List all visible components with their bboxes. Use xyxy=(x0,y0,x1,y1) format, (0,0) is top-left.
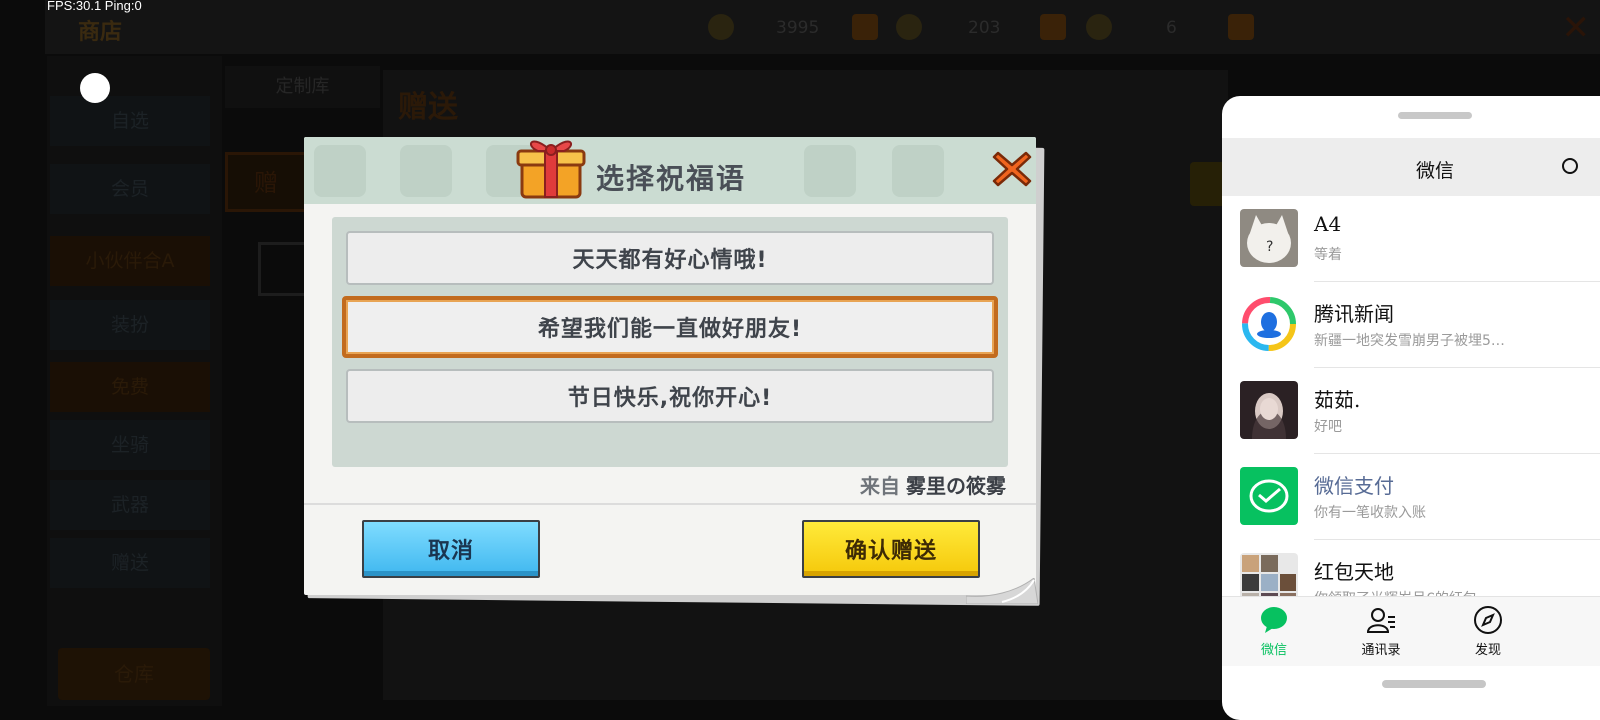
confirm-gift-button[interactable]: 确认赠送 xyxy=(802,520,980,578)
tab-gift[interactable]: 赠 xyxy=(225,152,307,212)
gem-icon xyxy=(1086,14,1112,40)
wechat-header: 微信 xyxy=(1222,138,1600,196)
search-icon[interactable] xyxy=(1560,156,1582,178)
sidebar-item-outfit[interactable]: 装扮 xyxy=(50,300,210,350)
chat-preview: 新疆一地突发雪崩男子被埋5… xyxy=(1314,333,1505,349)
chat-preview: 你有一笔收款入账 xyxy=(1314,505,1426,521)
chat-name: A4 xyxy=(1314,212,1342,236)
game-top-bar xyxy=(45,0,1600,54)
tab-label: 微信 xyxy=(1260,643,1287,658)
currency-gems: 6 xyxy=(1166,18,1177,38)
dialog-divider xyxy=(304,503,1036,505)
tencent-news-logo xyxy=(1240,295,1298,353)
sidebar-item-free[interactable]: 免费 xyxy=(50,362,210,412)
chat-list-item[interactable]: 茹茹. 好吧 xyxy=(1222,368,1600,454)
blessing-option[interactable]: 天天都有好心情哦! xyxy=(346,231,994,285)
tab-label: 通讯录 xyxy=(1361,643,1401,658)
dialog-title: 选择祝福语 xyxy=(596,162,747,195)
chat-name: 红包天地 xyxy=(1314,560,1394,584)
tab-label: 发现 xyxy=(1474,643,1501,658)
sidebar-item-mount[interactable]: 坐骑 xyxy=(50,420,210,470)
chat-name: 腾讯新闻 xyxy=(1314,302,1394,326)
sidebar-item-weapon[interactable]: 武器 xyxy=(50,480,210,530)
blessing-dialog: 选择祝福语 天天都有好心情哦! 希望我们能一直做好朋友! 节日快乐,祝你开心! … xyxy=(304,137,1036,595)
svg-text:?: ? xyxy=(1266,239,1273,255)
wechat-floating-window: 微信 ? A4 等着 腾讯新闻 新疆一地突发雪崩男子被埋5… 茹茹. 好吧 微信… xyxy=(1222,96,1600,720)
sidebar-item-gift[interactable]: 赠送 xyxy=(50,538,210,588)
sender-name: 雾里の筱雾 xyxy=(906,474,1006,498)
tab-chats[interactable]: 微信 xyxy=(1234,605,1314,658)
tab-custom-library[interactable]: 定制库 xyxy=(225,66,380,108)
chat-list-item[interactable]: 微信支付 你有一笔收款入账 xyxy=(1222,454,1600,540)
shop-close-icon[interactable]: ✕ xyxy=(1562,8,1591,48)
coin-icon xyxy=(708,14,734,40)
sender-label: 来自 xyxy=(860,474,900,498)
add-stars-icon[interactable] xyxy=(1040,14,1066,40)
chat-list-item[interactable]: 腾讯新闻 新疆一地突发雪崩男子被埋5… xyxy=(1222,282,1600,368)
wechat-tab-bar: 微信 通讯录 发现 xyxy=(1222,596,1600,666)
tab-contacts[interactable]: 通讯录 xyxy=(1341,605,1421,658)
star-coin-icon xyxy=(896,14,922,40)
wechat-pay-logo xyxy=(1240,467,1298,525)
currency-stars: 203 xyxy=(968,18,1001,38)
tab-discover[interactable]: 发现 xyxy=(1448,605,1528,658)
blessing-option-selected[interactable]: 希望我们能一直做好朋友! xyxy=(342,296,998,358)
blessing-option[interactable]: 节日快乐,祝你开心! xyxy=(346,369,994,423)
anime-girl-avatar xyxy=(1240,381,1298,439)
add-gems-icon[interactable] xyxy=(1228,14,1254,40)
compass-icon xyxy=(1474,606,1502,634)
add-coins-icon[interactable] xyxy=(852,14,878,40)
chat-name: 微信支付 xyxy=(1314,474,1394,498)
blessing-list: 天天都有好心情哦! 希望我们能一直做好朋友! 节日快乐,祝你开心! xyxy=(332,217,1008,467)
warehouse-button[interactable]: 仓库 xyxy=(58,648,210,700)
chat-bubble-icon xyxy=(1261,607,1287,633)
window-drag-handle[interactable] xyxy=(1398,112,1472,119)
contacts-icon xyxy=(1366,608,1395,633)
cancel-button[interactable]: 取消 xyxy=(362,520,540,578)
page-curl-decoration xyxy=(966,578,1038,604)
gift-panel-title: 赠送 xyxy=(398,90,458,125)
chat-preview: 等着 xyxy=(1314,247,1342,263)
sender-line: 来自 雾里の筱雾 xyxy=(860,470,1006,499)
chat-preview: 好吧 xyxy=(1314,419,1342,435)
chat-list-item[interactable]: ? A4 等着 xyxy=(1222,196,1600,282)
sidebar-item-partner[interactable]: 小伙伴合A xyxy=(50,236,210,286)
gift-box-icon xyxy=(516,140,586,199)
fps-ping-readout: FPS:30.1 Ping:0 xyxy=(47,0,142,13)
wechat-title: 微信 xyxy=(1415,160,1454,182)
sidebar-item-vip[interactable]: 会员 xyxy=(50,164,210,214)
sidebar-item-custom[interactable]: 自选 xyxy=(50,96,210,146)
item-slot[interactable] xyxy=(258,242,308,296)
currency-coins: 3995 xyxy=(776,18,820,38)
home-indicator-bar[interactable] xyxy=(1382,680,1486,688)
close-icon[interactable] xyxy=(990,147,1034,191)
floating-assist-ball[interactable] xyxy=(80,73,110,103)
chat-name: 茹茹. xyxy=(1314,388,1361,412)
white-cat-avatar: ? xyxy=(1240,209,1298,267)
shop-title: 商店 xyxy=(78,20,123,45)
